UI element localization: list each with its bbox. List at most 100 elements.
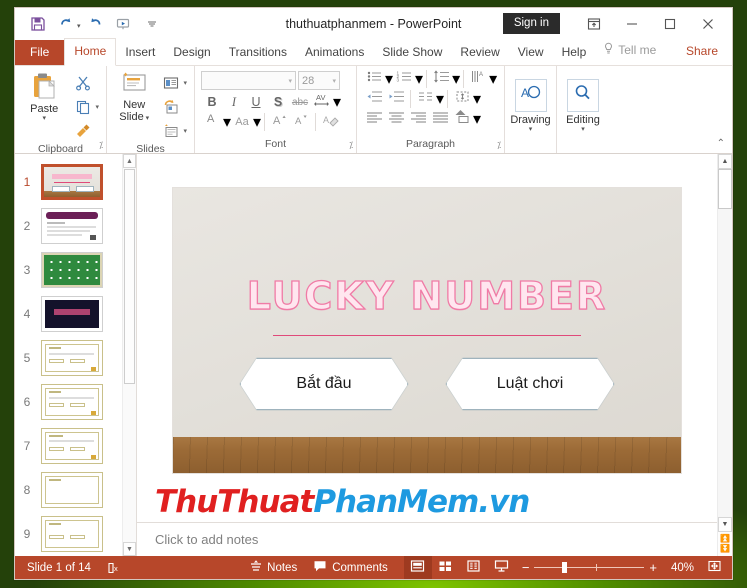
clear-formatting-button[interactable]: A [319, 112, 341, 132]
slide-area-scrollbar[interactable]: ▲ ▼ ⏫ ⏬ [717, 154, 732, 556]
clipboard-dialog-launcher-icon[interactable]: ⁒ [99, 140, 103, 151]
bold-button[interactable]: B [201, 92, 223, 112]
new-slide-caret[interactable]: ▾ [144, 115, 150, 122]
slide-thumbnail-9[interactable] [41, 516, 103, 552]
share-button[interactable]: Share [672, 38, 732, 65]
change-case-button[interactable]: Aa [231, 112, 253, 132]
reset-button[interactable] [157, 95, 190, 119]
italic-button[interactable]: I [223, 92, 245, 112]
tab-insert[interactable]: Insert [116, 40, 164, 65]
section-button[interactable]: ▾ [157, 119, 190, 143]
font-color-caret[interactable]: ▾ [223, 112, 231, 132]
fit-to-window-button[interactable] [700, 556, 728, 579]
undo-button[interactable] [53, 12, 79, 36]
start-from-beginning-button[interactable] [111, 12, 137, 36]
align-left-button[interactable] [363, 109, 385, 129]
slide-sorter-view-button[interactable] [432, 556, 460, 579]
zoom-slider[interactable] [534, 562, 645, 573]
ribbon-display-options-icon[interactable] [576, 11, 612, 37]
font-size-input[interactable]: 28 ▾ [298, 71, 340, 90]
scrollbar-track[interactable] [718, 169, 732, 517]
thumbnail-pane-scrollbar[interactable]: ▲ ▼ [122, 154, 136, 556]
zoom-out-button[interactable]: − [522, 560, 530, 575]
section-caret[interactable]: ▾ [183, 127, 187, 135]
text-direction-caret[interactable]: ▾ [489, 69, 497, 89]
list-item[interactable]: 9 [15, 512, 122, 556]
character-spacing-button[interactable]: AV [311, 92, 333, 112]
columns-caret[interactable]: ▾ [436, 89, 444, 109]
slide-thumbnail-6[interactable] [41, 384, 103, 420]
increase-indent-button[interactable] [385, 89, 407, 109]
restore-icon[interactable] [652, 11, 688, 37]
thumbnail-scroll-down-button[interactable]: ▼ [123, 542, 136, 556]
save-button[interactable] [25, 12, 51, 36]
layout-caret[interactable]: ▾ [183, 79, 187, 87]
tab-file[interactable]: File [15, 40, 65, 65]
format-painter-button[interactable] [69, 119, 102, 143]
numbering-button[interactable]: 123 [393, 69, 415, 89]
new-slide-button[interactable]: New Slide ▾ [111, 69, 157, 125]
font-color-button[interactable]: A [201, 112, 223, 132]
list-item[interactable]: 5 [15, 336, 122, 380]
list-item[interactable]: 3 [15, 248, 122, 292]
text-shadow-button[interactable]: S [267, 92, 289, 112]
sign-in-button[interactable]: Sign in [502, 13, 560, 34]
tab-home[interactable]: Home [64, 38, 117, 66]
paste-dropdown-caret[interactable]: ▾ [42, 115, 46, 122]
text-direction-button[interactable]: A [467, 69, 489, 89]
slide-thumbnail-4[interactable] [41, 296, 103, 332]
paragraph-dialog-launcher[interactable]: ⁒ [497, 140, 501, 151]
bullets-button[interactable] [363, 69, 385, 89]
convert-to-smartart-caret[interactable]: ▾ [473, 109, 481, 129]
editing-group-button[interactable]: Editing ▾ [561, 77, 605, 135]
close-icon[interactable] [690, 11, 726, 37]
font-size-caret[interactable]: ▾ [332, 77, 336, 85]
columns-button[interactable] [414, 89, 436, 109]
scrollbar-thumb[interactable] [718, 169, 732, 209]
notes-button[interactable]: Notes [241, 556, 305, 579]
font-dialog-launcher[interactable]: ⁒ [349, 140, 353, 151]
list-item[interactable]: 7 [15, 424, 122, 468]
tab-slide-show[interactable]: Slide Show [373, 40, 451, 65]
decrease-font-size-button[interactable]: A [290, 112, 312, 132]
change-case-caret[interactable]: ▾ [253, 112, 261, 132]
drawing-caret[interactable]: ▾ [529, 126, 533, 133]
slide-thumbnail-8[interactable] [41, 472, 103, 508]
underline-button[interactable]: U [245, 92, 267, 112]
tab-help[interactable]: Help [553, 40, 596, 65]
tab-transitions[interactable]: Transitions [220, 40, 296, 65]
align-text-caret[interactable]: ▾ [473, 89, 481, 109]
copy-button[interactable]: ▾ [69, 95, 102, 119]
slide-title-text[interactable]: LUCKY NUMBER [173, 273, 681, 318]
slide-button-start[interactable]: Bắt đầu [240, 358, 408, 410]
line-spacing-button[interactable] [430, 69, 452, 89]
justify-button[interactable] [429, 109, 451, 129]
current-slide[interactable]: LUCKY NUMBER Bắt đầu Luật chơi [172, 187, 682, 474]
previous-slide-button[interactable]: ⏫ [720, 534, 730, 544]
undo-dropdown-caret[interactable]: ▾ [77, 22, 81, 30]
tell-me-search[interactable]: Tell me [595, 36, 664, 65]
zoom-in-button[interactable]: + [649, 560, 657, 575]
slide-counter[interactable]: Slide 1 of 14 [19, 556, 99, 579]
customize-quick-access-toolbar[interactable] [139, 12, 165, 36]
list-item[interactable]: 2 [15, 204, 122, 248]
zoom-level-label[interactable]: 40% [662, 562, 694, 574]
slide-thumbnail-7[interactable] [41, 428, 103, 464]
accessibility-icon[interactable]: x [99, 556, 129, 579]
increase-font-size-button[interactable]: A [268, 112, 290, 132]
copy-dropdown-caret[interactable]: ▾ [95, 103, 99, 111]
bullets-caret[interactable]: ▾ [385, 69, 393, 89]
tab-design[interactable]: Design [164, 40, 219, 65]
decrease-indent-button[interactable] [363, 89, 385, 109]
strikethrough-button[interactable]: abc [289, 92, 311, 112]
slide-thumbnail-1[interactable] [41, 164, 103, 200]
reading-view-button[interactable] [460, 556, 488, 579]
align-right-button[interactable] [407, 109, 429, 129]
character-spacing-caret[interactable]: ▾ [333, 92, 341, 112]
tab-view[interactable]: View [509, 40, 553, 65]
editing-caret[interactable]: ▾ [581, 126, 585, 133]
slide-show-button[interactable] [488, 556, 516, 579]
list-item[interactable]: 4 [15, 292, 122, 336]
thumbnail-scroll-up-button[interactable]: ▲ [123, 154, 136, 168]
slide-thumbnail-2[interactable] [41, 208, 103, 244]
